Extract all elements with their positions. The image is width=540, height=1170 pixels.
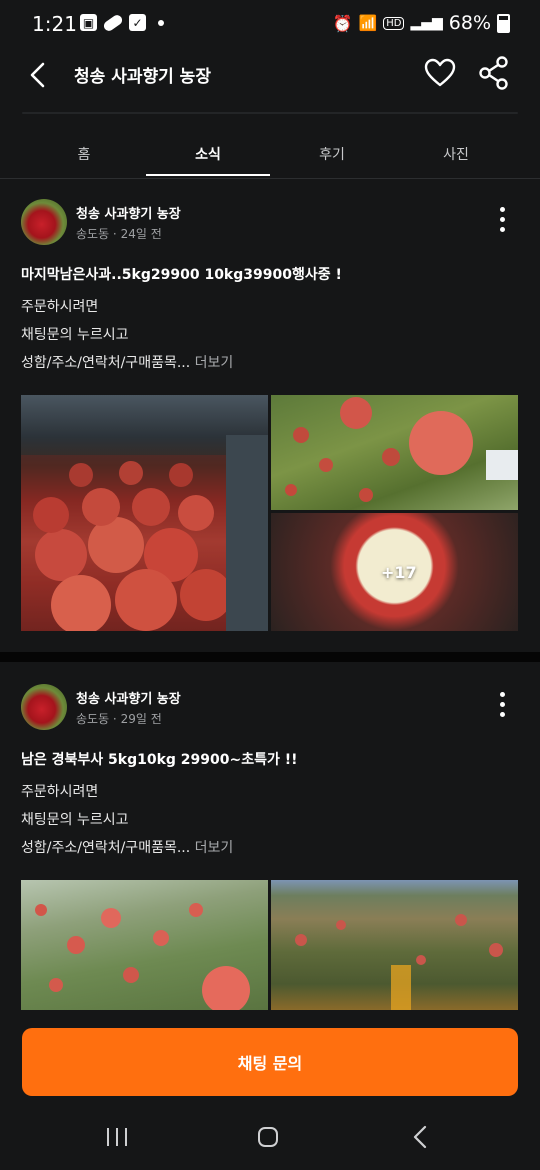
hd-icon: HD	[383, 16, 405, 30]
signal-icon: ▂▄▆	[410, 15, 443, 31]
post-author[interactable]: 청송 사과향기 농장	[76, 688, 181, 707]
battery-percent: 68%	[448, 12, 491, 34]
avatar[interactable]	[21, 199, 67, 245]
post-title[interactable]: 남은 경북부사 5kg10kg 29900~초특가 !!	[21, 749, 298, 769]
post-meta: 송도동 · 24일 전	[76, 227, 162, 241]
apple-crates-photo[interactable]	[21, 395, 268, 631]
more-options-icon[interactable]	[500, 692, 506, 717]
post-body-preview[interactable]: 성함/주소/연락처/구매품목... 더보기	[21, 352, 233, 372]
post-body-line[interactable]: 채팅문의 누르시고	[21, 324, 129, 344]
recent-apps-icon[interactable]	[104, 1124, 130, 1150]
more-photos-count[interactable]: +17	[381, 563, 417, 582]
apple-tree-photo[interactable]	[271, 395, 518, 510]
post-body-line[interactable]: 채팅문의 누르시고	[21, 809, 129, 829]
wifi-icon: 📶	[358, 14, 378, 32]
post-title[interactable]: 마지막남은사과..5kg29900 10kg39900행사중 !	[21, 264, 342, 284]
tab-photos[interactable]: 사진	[394, 130, 518, 176]
heart-icon[interactable]	[424, 58, 456, 88]
alarm-icon: ⏰	[332, 13, 353, 33]
tab-news[interactable]: 소식	[146, 130, 270, 176]
share-icon[interactable]	[478, 56, 510, 90]
post-body-line[interactable]: 주문하시려면	[21, 296, 98, 316]
avatar[interactable]	[21, 684, 67, 730]
app-header: 청송 사과향기 농장	[0, 48, 540, 118]
post-body-line: 성함/주소/연락처/구매품목...	[21, 840, 191, 856]
more-notifications-dot	[158, 19, 164, 26]
apple-cut-photo[interactable]: +17	[271, 513, 518, 631]
see-more-link[interactable]: 더보기	[195, 355, 234, 371]
post-divider	[0, 652, 540, 662]
notification-icons: ▣ ✓	[80, 12, 164, 33]
status-time: 1:21	[32, 12, 77, 36]
page-title: 청송 사과향기 농장	[74, 67, 211, 87]
post-body-preview[interactable]: 성함/주소/연락처/구매품목... 더보기	[21, 837, 233, 857]
apple-orchard-photo[interactable]	[21, 880, 268, 1010]
status-bar: 1:21 ▣ ✓ ⏰ 📶 HD ▂▄▆ 68%	[0, 0, 540, 48]
back-icon[interactable]	[408, 1124, 434, 1150]
more-options-icon[interactable]	[500, 207, 506, 232]
chat-inquiry-button[interactable]: 채팅 문의	[22, 1028, 518, 1096]
apple-orchard-field-photo[interactable]	[271, 880, 518, 1010]
home-icon[interactable]	[256, 1124, 282, 1150]
tab-home[interactable]: 홈	[22, 130, 146, 176]
gallery-icon: ▣	[80, 14, 97, 31]
post-body-line: 성함/주소/연락처/구매품목...	[21, 355, 191, 371]
post-body-line[interactable]: 주문하시려면	[21, 781, 98, 801]
header-divider	[22, 112, 518, 114]
battery-icon	[497, 13, 510, 33]
see-more-link[interactable]: 더보기	[195, 840, 234, 856]
tabs-divider	[0, 178, 540, 179]
tab-bar: 홈 소식 후기 사진	[22, 130, 518, 176]
post-author[interactable]: 청송 사과향기 농장	[76, 203, 181, 222]
checkbox-icon: ✓	[129, 14, 146, 31]
system-icons: ⏰ 📶 HD ▂▄▆ 68%	[333, 12, 510, 34]
pill-icon	[101, 12, 125, 33]
back-icon[interactable]	[26, 62, 52, 88]
tab-reviews[interactable]: 후기	[270, 130, 394, 176]
post-meta: 송도동 · 29일 전	[76, 712, 162, 726]
